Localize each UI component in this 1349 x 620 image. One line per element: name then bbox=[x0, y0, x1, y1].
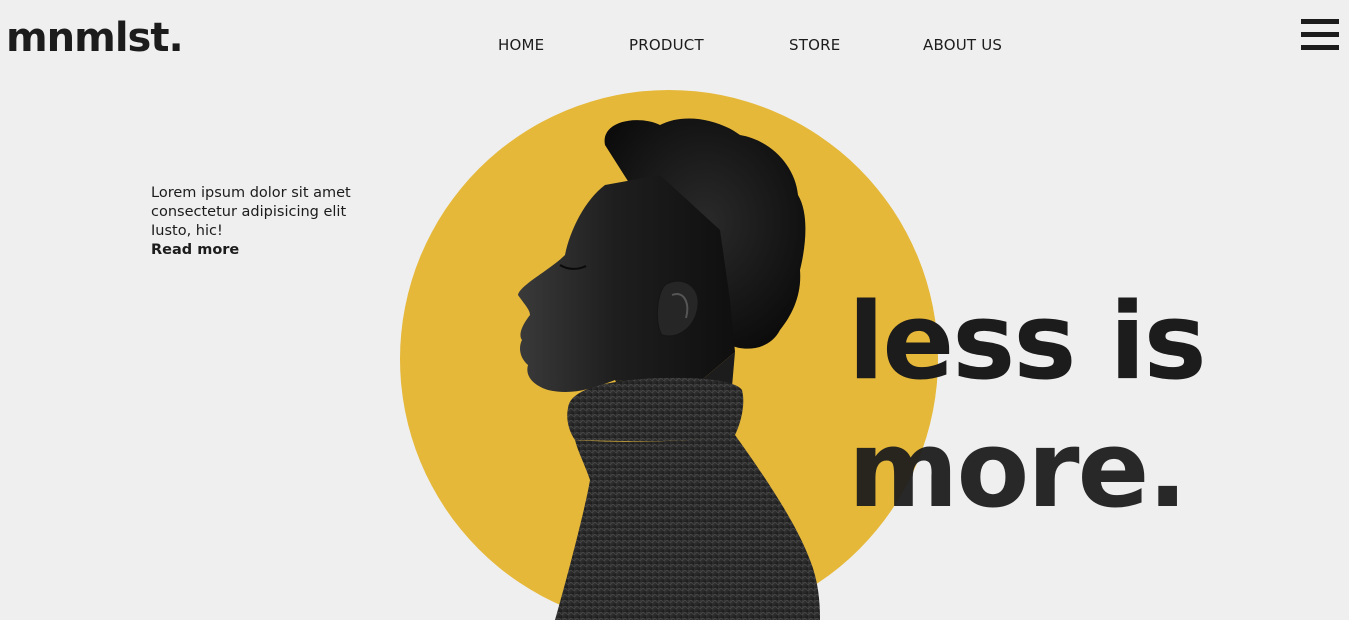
hamburger-menu-icon[interactable] bbox=[1301, 19, 1339, 51]
headline-line-1: less is bbox=[848, 280, 1207, 403]
hamburger-bar bbox=[1301, 45, 1339, 50]
hamburger-bar bbox=[1301, 19, 1339, 24]
intro-text-line: Iusto, hic! bbox=[151, 223, 223, 239]
nav-about-us-link[interactable]: ABOUT US bbox=[923, 36, 1002, 54]
nav-product-link[interactable]: PRODUCT bbox=[629, 36, 704, 54]
landing-page: mnmlst. HOME PRODUCT STORE ABOUT US Lore… bbox=[0, 0, 1349, 620]
brand-logo[interactable]: mnmlst. bbox=[6, 12, 184, 64]
hero-headline: less is more. bbox=[848, 278, 1207, 534]
read-more-link[interactable]: Read more bbox=[151, 241, 391, 260]
site-header: mnmlst. HOME PRODUCT STORE ABOUT US bbox=[0, 0, 1349, 90]
nav-home-link[interactable]: HOME bbox=[498, 36, 544, 54]
intro-text-block: Lorem ipsum dolor sit amet consectetur a… bbox=[151, 184, 391, 260]
hamburger-bar bbox=[1301, 32, 1339, 37]
nav-store-link[interactable]: STORE bbox=[789, 36, 840, 54]
intro-text-line: Lorem ipsum dolor sit amet bbox=[151, 185, 351, 201]
headline-line-2: more. bbox=[848, 408, 1188, 531]
intro-text-line: consectetur adipisicing elit bbox=[151, 204, 347, 220]
